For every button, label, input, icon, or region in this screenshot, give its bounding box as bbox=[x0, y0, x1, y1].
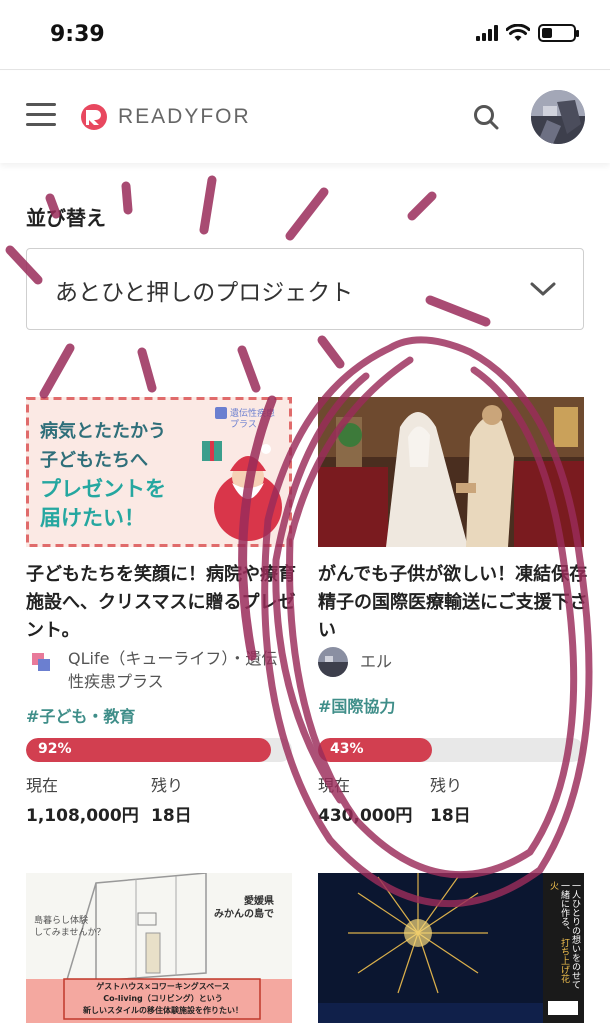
project-owner[interactable]: エル bbox=[318, 647, 392, 677]
thumbnail-caption-2: 島暮らし体験 してみませんか？ bbox=[34, 916, 106, 938]
sort-dropdown[interactable]: あとひと押しのプロジェクト bbox=[26, 248, 584, 330]
readyfor-logo-mark-icon bbox=[81, 104, 107, 130]
thumbnail-banner: ゲストハウス×コワーキングスペース Co-living（コリビング）という 新し… bbox=[83, 982, 243, 1015]
category-tag[interactable]: #子ども・教育 bbox=[26, 703, 135, 727]
project-card[interactable]: がんでも子供が欲しい！凍結保存精子の国際医療輸送にご支援下さい エル #国際協力… bbox=[318, 397, 588, 837]
current-amount-label: 現在 bbox=[26, 776, 59, 795]
sort-selected-value: あとひと押しのプロジェクト bbox=[55, 280, 354, 306]
status-time: 9:39 bbox=[50, 22, 105, 47]
progress-percent: 43% bbox=[330, 741, 364, 757]
hamburger-menu-icon[interactable] bbox=[26, 103, 56, 127]
project-title[interactable]: がんでも子供が欲しい！凍結保存精子の国際医療輸送にご支援下さい bbox=[318, 561, 588, 645]
search-icon[interactable] bbox=[472, 103, 500, 131]
remaining-label: 残り bbox=[430, 776, 463, 795]
thumbnail-caption: 病気とたたかう 子どもたちへ プレゼントを 届けたい！ bbox=[40, 421, 166, 530]
project-card[interactable]: 遺伝性疾患 プラス 病気とたたかう 子どもたちへ プレゼントを 届けたい！ 子ど… bbox=[26, 397, 296, 837]
current-amount-value: 430,000円 bbox=[318, 806, 413, 826]
project-thumbnail[interactable]: 愛媛県 みかんの島で 島暮らし体験 してみませんか？ ゲストハウス×コワーキング… bbox=[26, 873, 292, 1023]
thumbnail-badge: 遺伝性疾患 プラス bbox=[230, 409, 276, 430]
chevron-down-icon bbox=[530, 282, 556, 296]
owner-name: エル bbox=[360, 652, 393, 671]
remaining-label: 残り bbox=[151, 776, 184, 795]
cellular-signal-icon bbox=[476, 25, 498, 41]
status-bar: 9:39 bbox=[0, 0, 610, 70]
user-avatar[interactable] bbox=[531, 90, 585, 144]
owner-avatar bbox=[318, 647, 348, 677]
current-amount-value: 1,108,000円 bbox=[26, 806, 139, 826]
project-thumbnail[interactable]: 遺伝性疾患 プラス 病気とたたかう 子どもたちへ プレゼントを 届けたい！ bbox=[26, 397, 292, 547]
project-card[interactable]: 愛媛県 みかんの島で 島暮らし体験 してみませんか？ ゲストハウス×コワーキング… bbox=[26, 873, 292, 1035]
project-thumbnail[interactable]: 一人ひとりの想いをのせて 一緒に作る、 打ち上げ花火 bbox=[318, 873, 584, 1023]
project-title[interactable]: 子どもたちを笑顔に！病院や療育施設へ、クリスマスに贈るプレゼント。 bbox=[26, 561, 296, 645]
project-thumbnail[interactable] bbox=[318, 397, 584, 547]
project-card[interactable]: 一人ひとりの想いをのせて 一緒に作る、 打ち上げ花火 bbox=[318, 873, 584, 1035]
current-amount-label: 現在 bbox=[318, 776, 351, 795]
thumbnail-caption: 一人ひとりの想いをのせて 一緒に作る、 打ち上げ花火 bbox=[548, 881, 580, 989]
owner-logo-icon bbox=[26, 647, 56, 677]
readyfor-logo[interactable]: READYFOR bbox=[80, 103, 251, 131]
owner-name: QLife（キューライフ）・遺伝性疾患プラス bbox=[68, 649, 278, 691]
progress-percent: 92% bbox=[38, 741, 72, 757]
thumbnail-caption: 愛媛県 みかんの島で bbox=[214, 896, 274, 920]
logo-text: READYFOR bbox=[118, 105, 251, 128]
project-owner[interactable]: QLife（キューライフ）・遺伝性疾患プラス bbox=[26, 647, 288, 693]
remaining-value: 18日 bbox=[430, 806, 471, 826]
category-tag[interactable]: #国際協力 bbox=[318, 693, 395, 717]
status-icons bbox=[476, 24, 579, 42]
app-header: READYFOR bbox=[0, 71, 610, 163]
sort-label: 並び替え bbox=[26, 206, 106, 230]
remaining-value: 18日 bbox=[151, 806, 192, 826]
progress-bar: 43% bbox=[318, 738, 584, 762]
battery-icon bbox=[538, 24, 579, 42]
wifi-icon bbox=[506, 24, 530, 41]
progress-bar: 92% bbox=[26, 738, 292, 762]
